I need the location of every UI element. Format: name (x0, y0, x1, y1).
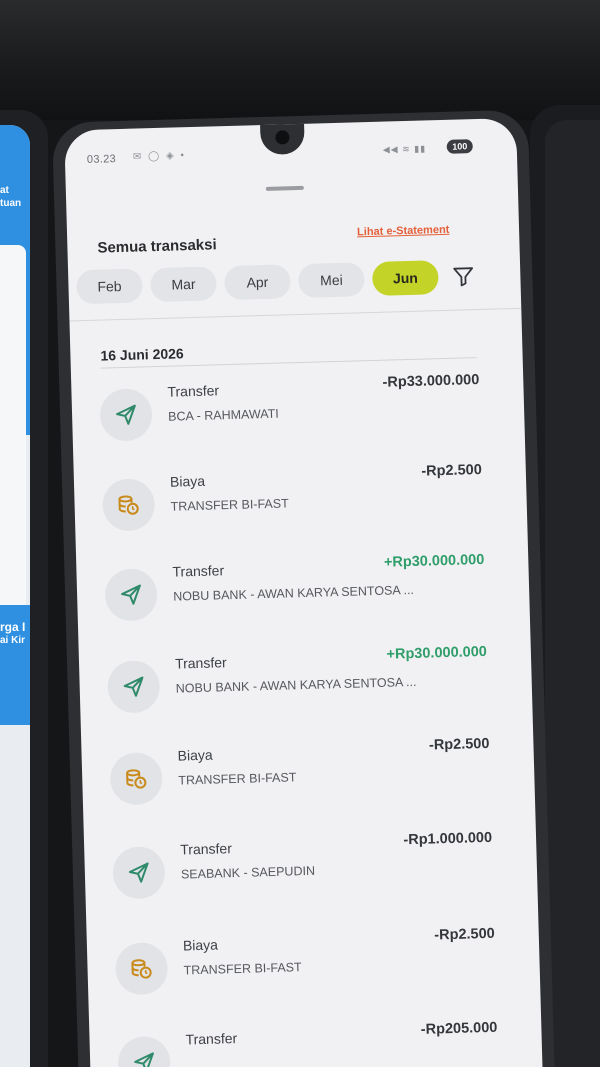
transaction-amount: -Rp205.000 (420, 1019, 498, 1038)
transaction-description: SEABANK - SAEPUDIN (180, 863, 316, 882)
transaction-row[interactable]: Biaya TRANSFER BI-FAST -Rp2.500 (109, 733, 491, 824)
background-surface (0, 0, 600, 120)
send-icon (117, 1035, 171, 1067)
page-title: Semua transaksi (97, 236, 217, 257)
transaction-description: TRANSFER BI-FAST (183, 960, 302, 978)
transaction-row[interactable]: Transfer -Rp205.000 (117, 1017, 499, 1067)
transaction-description: BCA - RAHMAWATI (167, 406, 279, 424)
notification-icons: ✉ ◯ ◈ • (132, 150, 187, 163)
date-group-header: 16 Juni 2026 (100, 345, 184, 364)
month-chip-apr[interactable]: Apr (223, 264, 291, 301)
transaction-row[interactable]: Transfer SEABANK - SAEPUDIN -Rp1.000.000 (112, 827, 494, 918)
transaction-row[interactable]: Transfer NOBU BANK - AWAN KARYA SENTOSA … (104, 549, 486, 640)
transaction-description: NOBU BANK - AWAN KARYA SENTOSA ... (173, 582, 415, 604)
transaction-row[interactable]: Transfer NOBU BANK - AWAN KARYA SENTOSA … (106, 641, 489, 732)
send-icon (112, 846, 166, 900)
month-filter-bar: Feb Mar Apr Mei Jun (76, 258, 507, 306)
transaction-amount: -Rp2.500 (428, 735, 490, 754)
transaction-type: Transfer (172, 562, 225, 580)
transaction-description: TRANSFER BI-FAST (178, 770, 297, 788)
background-text: rga I (0, 620, 26, 634)
transaction-type: Transfer (167, 382, 220, 400)
transaction-amount: -Rp33.000.000 (382, 372, 480, 391)
background-text: tuan (0, 198, 22, 209)
status-time: 03.23 (86, 153, 117, 166)
transaction-type: Biaya (177, 746, 213, 764)
app-screen: 03.23 ✉ ◯ ◈ • ◀◀ ≋ ▮▮ 100 Semua transaks… (64, 117, 543, 1067)
transaction-type: Transfer (185, 1030, 238, 1048)
send-icon (106, 660, 161, 714)
sheet-drag-handle[interactable] (265, 185, 304, 191)
transaction-type: Transfer (174, 654, 227, 672)
transaction-amount: +Rp30.000.000 (386, 643, 488, 663)
fee-coins-icon (114, 941, 169, 996)
transaction-type: Transfer (180, 840, 233, 858)
signal-wifi-icon: ◀◀ ≋ ▮▮ (382, 143, 427, 155)
filter-icon[interactable] (452, 265, 475, 288)
background-phone-right-screen (545, 120, 600, 1067)
estatement-link[interactable]: Lihat e-Statement (357, 224, 450, 239)
divider (69, 307, 522, 322)
send-icon (99, 388, 153, 442)
background-text: ai Kir (0, 635, 26, 646)
phone-frame: 03.23 ✉ ◯ ◈ • ◀◀ ≋ ▮▮ 100 Semua transaks… (51, 109, 555, 1067)
transaction-amount: -Rp2.500 (421, 461, 483, 480)
background-text: at (0, 185, 9, 196)
month-chip-feb[interactable]: Feb (76, 268, 143, 305)
transaction-description: NOBU BANK - AWAN KARYA SENTOSA ... (175, 674, 417, 696)
transaction-amount: +Rp30.000.000 (383, 551, 485, 571)
fee-coins-icon (101, 478, 156, 532)
send-icon (104, 568, 158, 622)
transaction-type: Biaya (182, 936, 219, 954)
transaction-row[interactable]: Biaya TRANSFER BI-FAST -Rp2.500 (114, 923, 497, 1014)
background-phone-left-screen: at tuan rga I ai Kir (0, 125, 30, 1067)
transaction-amount: -Rp1.000.000 (403, 829, 493, 849)
transaction-amount: -Rp2.500 (434, 925, 495, 944)
battery-icon: 100 (446, 139, 473, 154)
transaction-row[interactable]: Biaya TRANSFER BI-FAST -Rp2.500 (101, 459, 484, 550)
transaction-row[interactable]: Transfer BCA - RAHMAWATI -Rp33.000.000 (99, 369, 481, 460)
month-chip-mei[interactable]: Mei (297, 262, 365, 299)
month-chip-mar[interactable]: Mar (150, 266, 217, 303)
fee-coins-icon (109, 752, 163, 806)
transaction-description: TRANSFER BI-FAST (170, 496, 289, 514)
transaction-type: Biaya (169, 472, 206, 490)
month-chip-jun[interactable]: Jun (371, 260, 439, 296)
